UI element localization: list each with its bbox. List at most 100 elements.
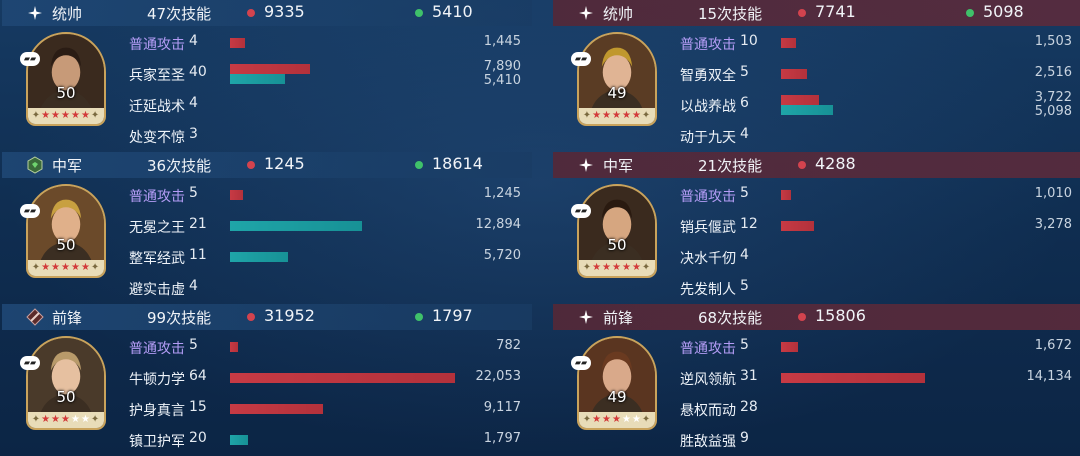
skill-cast-count: 4	[189, 95, 198, 111]
sword-icon	[26, 308, 44, 326]
damage-bar	[781, 342, 798, 352]
skill-cast-count: 6	[740, 95, 749, 111]
general-portrait[interactable]: 50 ✦★★★★★✦	[26, 32, 106, 126]
damage-bar	[781, 190, 791, 200]
role-label: 前锋	[52, 309, 83, 327]
heal-dot-icon	[415, 161, 423, 169]
skill-row: 避实击虚 4	[127, 273, 527, 303]
total-heal: 1797	[432, 306, 473, 325]
general-portrait[interactable]: 50 ✦★★★★★✦	[26, 184, 106, 278]
general-block: 统帅 15次技能 7741 5098 49 ✦★★★★★✦ ▰▰ 普通攻击 10 1,503 智勇双…	[553, 0, 1080, 150]
heal-dot-icon	[966, 9, 974, 17]
heal-value: 5,410	[483, 73, 521, 88]
skill-cast-count: 64	[189, 368, 207, 384]
skill-name: 镇卫护军	[129, 434, 185, 450]
skill-row: 兵家至圣 40 7,890 5,410	[127, 59, 527, 89]
skill-cast-count: 12	[740, 216, 758, 232]
damage-value: 14,134	[1026, 369, 1073, 384]
heal-dot-icon	[415, 313, 423, 321]
skill-cast-count: 5	[189, 337, 198, 353]
skill-cast-count: 5	[740, 278, 749, 294]
skill-row: 普通攻击 10 1,503	[678, 28, 1078, 58]
skill-name: 避实击虚	[129, 282, 185, 298]
damage-bar	[230, 342, 238, 352]
role-label: 前锋	[603, 309, 634, 327]
skill-name: 迁延战术	[129, 99, 185, 115]
skill-row: 无冕之王 21 12,894	[127, 211, 527, 241]
heal-bar	[781, 105, 833, 115]
damage-value: 22,053	[475, 369, 522, 384]
damage-bar	[230, 373, 455, 383]
general-portrait[interactable]: 49 ✦★★★★★✦	[577, 336, 657, 430]
troop-type-icon: ▰▰	[20, 356, 40, 370]
skill-cast-count: 5	[740, 64, 749, 80]
damage-value: 3,722	[1034, 90, 1072, 105]
general-header: 前锋 99次技能 31952 1797	[2, 304, 532, 330]
general-portrait[interactable]: 49 ✦★★★★★✦	[577, 32, 657, 126]
damage-bar	[781, 221, 814, 231]
skill-name: 无冕之王	[129, 220, 185, 236]
general-portrait[interactable]: 50 ✦★★★★★✦	[577, 184, 657, 278]
damage-bar	[230, 404, 323, 414]
heal-dot-icon	[415, 9, 423, 17]
star-rating: ✦★★★★★✦	[28, 260, 104, 276]
skill-name: 胜敌益强	[680, 434, 736, 450]
total-damage: 4288	[815, 154, 856, 173]
total-damage: 9335	[264, 2, 305, 21]
star-icon	[577, 308, 595, 326]
skill-name: 普通攻击	[680, 341, 736, 357]
total-damage: 15806	[815, 306, 866, 325]
skill-row: 普通攻击 4 1,445	[127, 28, 527, 58]
total-damage: 31952	[264, 306, 315, 325]
role-label: 中军	[603, 157, 634, 175]
skill-cast-count: 5	[740, 337, 749, 353]
skill-cast-count: 4	[189, 33, 198, 49]
star-rating: ✦★★★★★✦	[579, 108, 655, 124]
general-block: 前锋 68次技能 15806 49 ✦★★★★★✦ ▰▰ 普通攻击 5 1,672 逆风领航 31 1…	[553, 304, 1080, 454]
star-rating: ✦★★★★★✦	[579, 260, 655, 276]
damage-bar	[781, 373, 925, 383]
damage-value: 1,245	[483, 186, 521, 201]
role-label: 中军	[52, 157, 83, 175]
damage-bar	[781, 69, 807, 79]
damage-dot-icon	[247, 161, 255, 169]
star-icon	[577, 156, 595, 174]
skill-row: 胜敌益强 9	[678, 425, 1078, 455]
skill-row: 逆风领航 31 14,134	[678, 363, 1078, 393]
general-level: 49	[607, 84, 627, 102]
damage-bar	[781, 95, 819, 105]
skill-name: 牛顿力学	[129, 372, 185, 388]
total-heal: 18614	[432, 154, 483, 173]
role-label: 统帅	[52, 5, 83, 23]
skill-name: 护身真言	[129, 403, 185, 419]
skill-row: 动于九天 4	[678, 121, 1078, 151]
skill-cast-count: 15	[189, 399, 207, 415]
general-header: 统帅 15次技能 7741 5098	[553, 0, 1080, 26]
heal-value: 12,894	[475, 217, 522, 232]
total-damage: 7741	[815, 2, 856, 21]
damage-value: 1,672	[1034, 338, 1072, 353]
skill-row: 普通攻击 5 1,672	[678, 332, 1078, 362]
star-rating: ✦★★★★★✦	[28, 108, 104, 124]
skill-cast-count: 9	[740, 430, 749, 446]
general-header: 中军 21次技能 4288	[553, 152, 1080, 178]
skill-cast-count: 4	[740, 126, 749, 142]
heal-value: 1,797	[483, 431, 521, 446]
star-icon	[26, 4, 44, 22]
damage-dot-icon	[247, 313, 255, 321]
skill-row: 先发制人 5	[678, 273, 1078, 303]
skill-cast-count: 5	[740, 185, 749, 201]
skill-row: 销兵偃武 12 3,278	[678, 211, 1078, 241]
damage-value: 3,278	[1034, 217, 1072, 232]
troop-type-icon: ▰▰	[571, 356, 591, 370]
general-portrait[interactable]: 50 ✦★★★★★✦	[26, 336, 106, 430]
skill-row: 处变不惊 3	[127, 121, 527, 151]
damage-value: 782	[496, 338, 521, 353]
skill-cast-count: 31	[740, 368, 758, 384]
skill-name: 悬权而动	[680, 403, 736, 419]
general-block: 中军 36次技能 1245 18614 50 ✦★★★★★✦ ▰▰ 普通攻击 5 1,245 无冕之…	[2, 152, 532, 302]
star-icon	[577, 4, 595, 22]
right-team-panel: 统帅 15次技能 7741 5098 49 ✦★★★★★✦ ▰▰ 普通攻击 10 1,503 智勇双…	[553, 0, 1080, 456]
skill-name: 普通攻击	[129, 37, 185, 53]
skill-name: 智勇双全	[680, 68, 736, 84]
